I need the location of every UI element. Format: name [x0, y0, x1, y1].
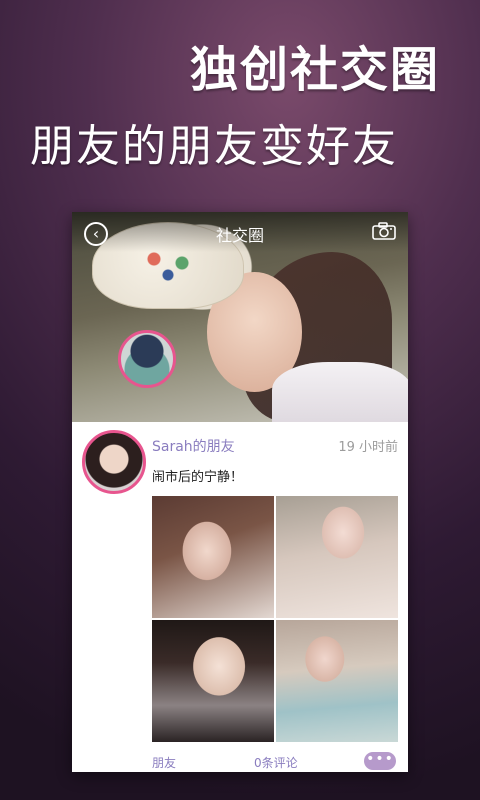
- topbar: ‹ 社交圈: [72, 212, 408, 252]
- photo-grid: [152, 496, 398, 742]
- cover-avatar[interactable]: [118, 330, 176, 388]
- comments-count[interactable]: 0条评论: [254, 754, 298, 771]
- cover-shirt: [272, 362, 408, 422]
- photo-4[interactable]: [276, 620, 398, 742]
- photo-2[interactable]: [276, 496, 398, 618]
- post-time: 19 小时前: [338, 440, 398, 455]
- post-footer: 朋友 0条评论 •••: [72, 752, 408, 772]
- post-content: 闹市后的宁静！: [152, 470, 244, 485]
- promo-subline: 朋友的朋友变好友: [30, 121, 398, 172]
- post-author[interactable]: Sarah的朋友: [152, 436, 235, 456]
- promo-headline: 独创社交圈: [189, 42, 440, 98]
- camera-icon[interactable]: [372, 222, 396, 240]
- post-card: Sarah的朋友 19 小时前 闹市后的宁静！ 朋友 0条评论 •••: [72, 422, 408, 772]
- more-button[interactable]: •••: [364, 752, 396, 770]
- photo-3[interactable]: [152, 620, 274, 742]
- phone-screen: ‹ 社交圈 Sarah的朋友 19 小时前 闹市后的宁静！ 朋友 0条评论 ••…: [72, 212, 408, 772]
- cover-photo: ‹ 社交圈: [72, 212, 408, 422]
- photo-1[interactable]: [152, 496, 274, 618]
- post-author-avatar[interactable]: [82, 430, 146, 494]
- topbar-title: 社交圈: [215, 226, 264, 245]
- friend-label[interactable]: 朋友: [152, 754, 176, 771]
